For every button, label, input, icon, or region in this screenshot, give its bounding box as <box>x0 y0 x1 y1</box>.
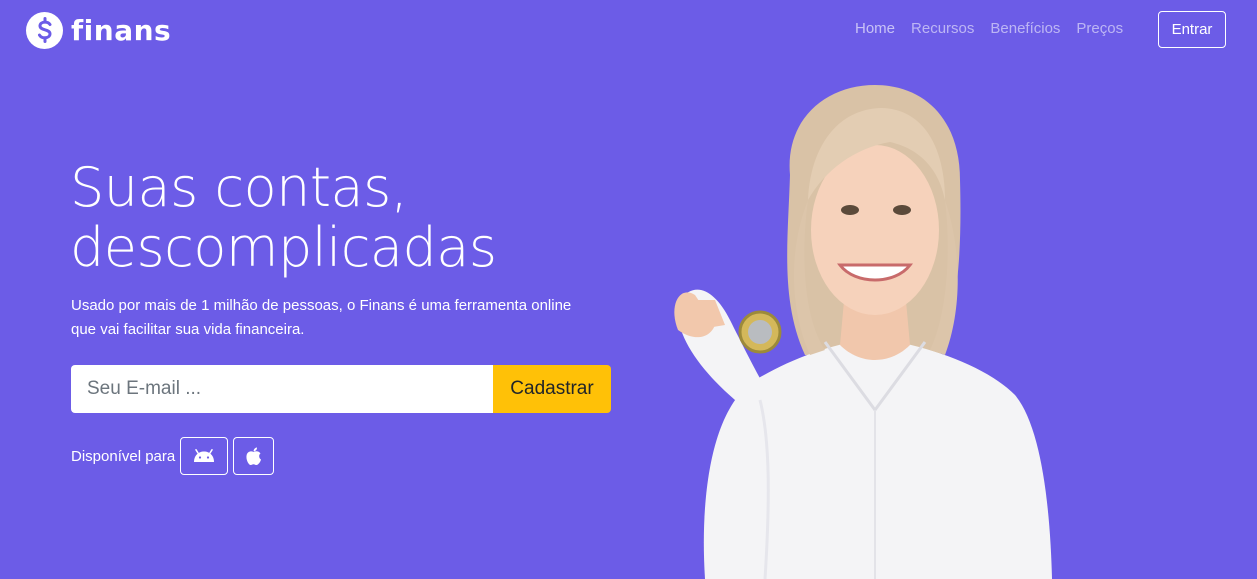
signup-button[interactable]: Cadastrar <box>493 365 611 413</box>
hero-headline-line1: Suas contas, <box>70 156 408 219</box>
hero-headline-line2: descomplicadas <box>70 216 497 279</box>
dollar-circle-icon <box>26 11 63 49</box>
nav-link-precos[interactable]: Preços <box>1076 20 1123 37</box>
hero-lead-line2: que vai facilitar sua vida financeira. <box>71 321 305 338</box>
signup-form: Cadastrar <box>71 365 611 413</box>
navbar: finans Home Recursos Benefícios Preços E… <box>0 0 1257 60</box>
apple-button[interactable] <box>233 437 275 475</box>
android-button[interactable] <box>180 437 229 475</box>
nav-link-beneficios[interactable]: Benefícios <box>990 20 1060 37</box>
nav-links: Home Recursos Benefícios Preços <box>855 20 1123 37</box>
nav-link-home[interactable]: Home <box>855 20 895 37</box>
available-label: Disponível para <box>71 447 176 465</box>
brand-logo[interactable]: finans <box>26 11 172 49</box>
hero-lead: Usado por mais de 1 milhão de pessoas, o… <box>71 294 611 342</box>
apple-icon <box>246 447 262 465</box>
hero-woman-image <box>640 80 1070 579</box>
hero-headline: Suas contas, descomplicadas <box>70 158 630 278</box>
android-icon <box>194 449 215 462</box>
brand-name: finans <box>71 13 172 47</box>
nav-link-recursos[interactable]: Recursos <box>911 20 974 37</box>
login-button[interactable]: Entrar <box>1158 11 1226 48</box>
email-input[interactable] <box>71 365 493 413</box>
available-platforms: Disponível para <box>71 437 275 475</box>
hero-lead-line1: Usado por mais de 1 milhão de pessoas, o… <box>71 297 572 314</box>
